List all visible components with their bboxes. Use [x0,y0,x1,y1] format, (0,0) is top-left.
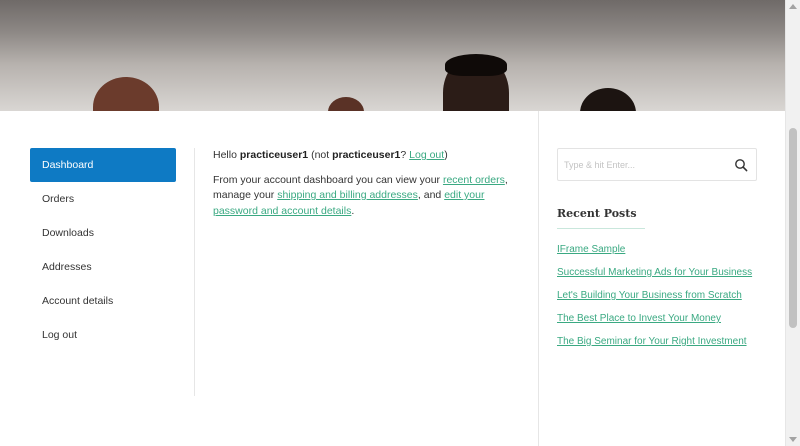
intro-text-3: , and [417,189,442,201]
recent-orders-link[interactable]: recent orders [443,174,505,186]
username: practiceuser1 [239,149,309,161]
intro-text-4: . [351,204,355,217]
person-head-image [443,54,509,111]
nav-dashboard[interactable]: Dashboard [30,148,176,182]
recent-post-link[interactable]: The Best Place to Invest Your Money [557,313,721,324]
scroll-up-icon[interactable] [789,4,797,9]
divider [194,148,195,396]
recent-post-link[interactable]: The Big Seminar for Your Right Investmen… [557,336,747,347]
scrollbar-thumb[interactable] [789,128,797,328]
greeting-text: Hello practiceuser1 (not practiceuser1? … [213,148,513,164]
intro-text-1: From your account dashboard you can view… [213,173,441,186]
heading-underline [557,228,645,229]
nav-addresses[interactable]: Addresses [30,250,176,284]
scroll-down-icon[interactable] [789,437,797,442]
account-navigation: Dashboard Orders Downloads Addresses Acc… [30,148,176,352]
nav-account-details[interactable]: Account details [30,284,176,318]
username-secondary: practiceuser1 [332,149,401,161]
recent-post-link[interactable]: Successful Marketing Ads for Your Busine… [557,267,752,278]
search-input[interactable] [564,149,724,180]
greeting-question: ? [400,149,407,161]
greeting-close: ) [444,149,448,161]
recent-post-link[interactable]: Let's Building Your Business from Scratc… [557,290,742,301]
list-item: The Best Place to Invest Your Money [557,310,763,328]
person-head-image [580,88,636,111]
divider [538,111,539,446]
page-scrollbar[interactable] [785,0,800,446]
list-item: Successful Marketing Ads for Your Busine… [557,264,763,282]
search-icon[interactable] [734,158,748,172]
recent-post-link[interactable]: IFrame Sample [557,244,625,255]
person-head-image [328,97,364,111]
list-item: IFrame Sample [557,241,763,259]
dashboard-intro-text: From your account dashboard you can view… [213,173,513,220]
recent-posts-list: IFrame Sample Successful Marketing Ads f… [557,241,763,356]
greeting-hello: Hello [213,149,237,161]
hero-banner-image [0,0,785,111]
recent-posts-heading: Recent Posts [557,207,637,220]
person-head-image [93,77,159,111]
addresses-link[interactable]: shipping and billing addresses [277,189,418,201]
nav-orders[interactable]: Orders [30,182,176,216]
dashboard-content: Hello practiceuser1 (not practiceuser1? … [213,148,513,228]
search-box [557,148,757,181]
list-item: Let's Building Your Business from Scratc… [557,287,763,305]
nav-downloads[interactable]: Downloads [30,216,176,250]
list-item: The Big Seminar for Your Right Investmen… [557,333,763,351]
logout-link[interactable]: Log out [409,149,444,161]
greeting-not: (not [311,149,330,161]
nav-log-out[interactable]: Log out [30,318,176,352]
